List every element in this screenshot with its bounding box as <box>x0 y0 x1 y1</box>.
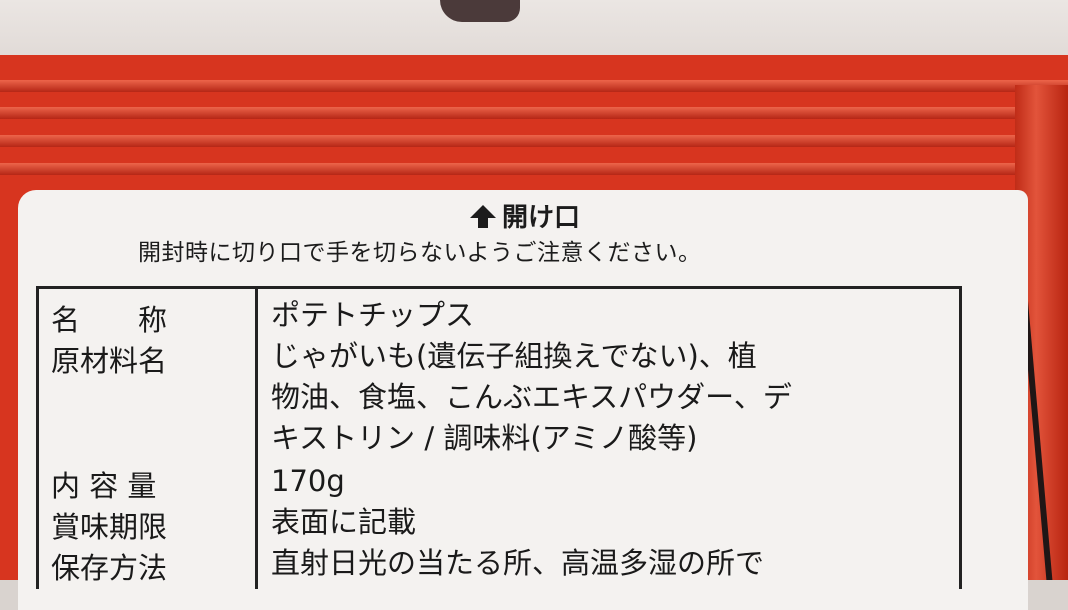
row-label-contents: 内 容 量 <box>51 469 157 503</box>
open-here-text: 開け口 <box>502 202 581 233</box>
row-value-ingredients-1: じゃがいも(遺伝子組換えでない)、植 <box>271 339 757 373</box>
crimp-ridge <box>0 80 1068 92</box>
row-label-best-before: 賞味期限 <box>51 510 168 544</box>
crimp-ridge <box>0 135 1068 147</box>
crimp-ridge <box>0 107 1068 119</box>
crimp-ridge <box>0 163 1068 175</box>
row-label-name: 名 称 <box>51 303 168 337</box>
row-value-contents: 170g <box>271 464 345 498</box>
open-here-label: 開け口 <box>470 198 581 233</box>
product-info-table: 名 称 ポテトチップス 原材料名 じゃがいも(遺伝子組換えでない)、植 物油、食… <box>36 286 962 589</box>
table-divider <box>255 289 258 589</box>
row-value-best-before: 表面に記載 <box>271 505 417 539</box>
dark-object-corner <box>440 0 520 22</box>
cut-warning: 開封時に切り口で手を切らないようご注意ください。 <box>138 240 702 266</box>
row-label-storage: 保存方法 <box>51 551 168 585</box>
row-value-name: ポテトチップス <box>271 298 475 332</box>
row-label-ingredients: 原材料名 <box>51 344 168 378</box>
arrow-up-icon <box>470 204 496 228</box>
row-value-storage: 直射日光の当たる所、高温多湿の所で <box>271 546 765 580</box>
row-value-ingredients-2: 物油、食塩、こんぶエキスパウダー、デ <box>271 380 792 414</box>
row-value-ingredients-3: キストリン / 調味料(アミノ酸等) <box>271 421 698 455</box>
